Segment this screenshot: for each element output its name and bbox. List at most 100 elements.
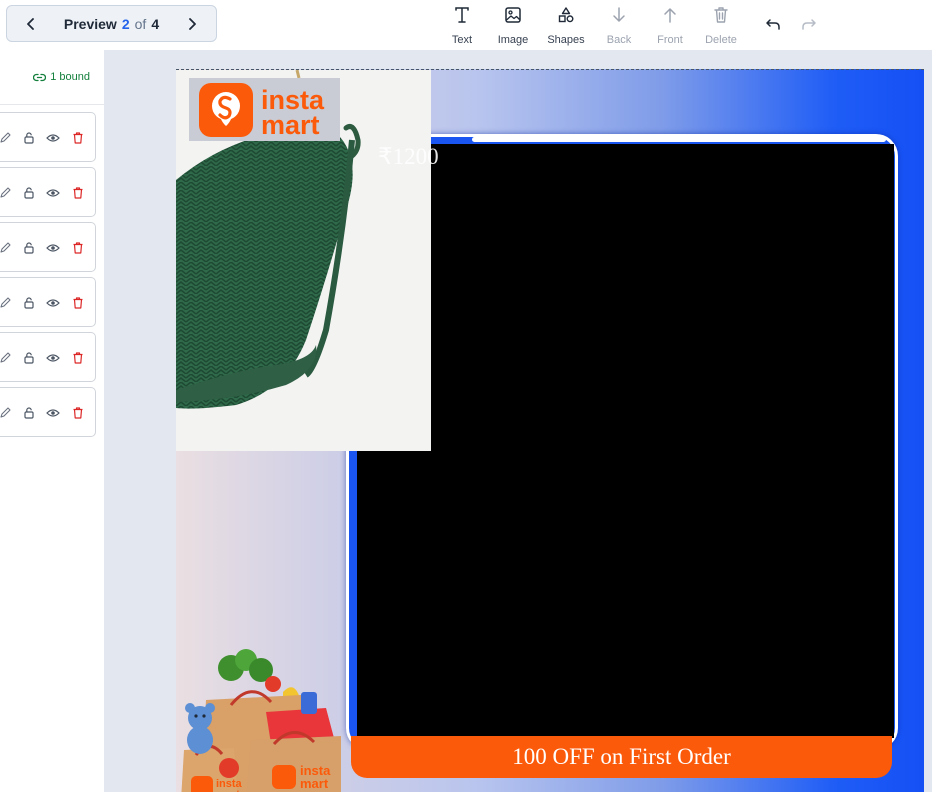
lock-layer-button[interactable] — [22, 296, 36, 310]
toggle-visibility-button[interactable] — [46, 351, 60, 365]
lock-layer-button[interactable] — [22, 406, 36, 420]
trash-icon — [73, 407, 83, 419]
lock-icon — [24, 352, 34, 364]
layer-row[interactable] — [0, 387, 96, 437]
toggle-visibility-button[interactable] — [46, 406, 60, 420]
image-placeholder-black[interactable] — [357, 144, 894, 738]
chevron-left-icon — [27, 17, 34, 30]
eye-icon — [46, 244, 60, 252]
shapes-tool-label: Shapes — [547, 34, 585, 46]
redo-icon — [802, 19, 816, 30]
pencil-icon — [0, 187, 11, 198]
bag-logo-line2: mart — [300, 776, 329, 791]
trash-icon — [73, 297, 83, 309]
trash-icon — [73, 352, 83, 364]
pencil-icon — [0, 242, 11, 253]
layer-row[interactable] — [0, 112, 96, 162]
promo-text: 100 OFF on First Order — [512, 744, 731, 769]
instamart-logo[interactable]: insta mart — [189, 78, 340, 141]
back-label: Back — [606, 34, 632, 46]
instamart-logo-graphic: insta mart — [199, 83, 325, 140]
text-icon — [453, 4, 471, 26]
undo-button[interactable] — [763, 14, 783, 34]
lock-icon — [24, 297, 34, 309]
promo-banner[interactable]: 100 OFF on First Order — [351, 736, 892, 778]
edit-layer-button[interactable] — [0, 186, 13, 200]
link-icon — [33, 73, 47, 81]
toggle-visibility-button[interactable] — [46, 296, 60, 310]
layers-panel: 1 bound — [0, 50, 105, 792]
edit-layer-button[interactable] — [0, 131, 13, 145]
logo-line2: mart — [261, 110, 320, 140]
preview-label: Preview — [63, 15, 117, 32]
grocery-illustration: insta mart insta mart — [181, 649, 341, 792]
arrow-up-icon — [662, 4, 678, 26]
eye-icon — [46, 189, 60, 197]
bound-badge[interactable]: 1 bound — [33, 71, 90, 83]
send-back-button[interactable]: Back — [594, 4, 644, 48]
lock-layer-button[interactable] — [22, 351, 36, 365]
eye-icon — [46, 299, 60, 307]
shapes-tool-button[interactable]: Shapes — [541, 4, 591, 48]
arrow-down-icon — [611, 4, 627, 26]
layer-row[interactable] — [0, 222, 96, 272]
toggle-visibility-button[interactable] — [46, 131, 60, 145]
preview-indicator: Preview 2 of 4 — [64, 16, 159, 32]
layer-row[interactable] — [0, 167, 96, 217]
preview-navigator: Preview 2 of 4 — [6, 5, 217, 42]
prev-page-button[interactable] — [21, 14, 41, 34]
eye-icon — [46, 409, 60, 417]
lock-icon — [24, 407, 34, 419]
price-text[interactable]: ₹1200 — [378, 144, 439, 170]
trash-icon — [73, 242, 83, 254]
toggle-visibility-button[interactable] — [46, 186, 60, 200]
eye-icon — [46, 134, 60, 142]
grocery-bags-image[interactable]: insta mart insta mart — [176, 640, 346, 792]
lock-icon — [24, 187, 34, 199]
undo-icon — [766, 19, 780, 30]
chevron-right-icon — [189, 17, 196, 30]
lock-layer-button[interactable] — [22, 186, 36, 200]
eye-icon — [46, 354, 60, 362]
delete-layer-button[interactable] — [71, 241, 85, 255]
front-label: Front — [657, 34, 683, 46]
text-tool-label: Text — [451, 34, 473, 46]
lock-icon — [24, 132, 34, 144]
lock-icon — [24, 242, 34, 254]
trash-icon — [73, 132, 83, 144]
product-image[interactable]: insta mart — [176, 70, 431, 451]
preview-of-label: of — [134, 15, 147, 32]
image-icon — [504, 4, 522, 26]
delete-layer-button[interactable] — [71, 186, 85, 200]
next-page-button[interactable] — [182, 14, 202, 34]
bound-count-label: 1 bound — [50, 71, 90, 83]
pencil-icon — [0, 407, 11, 418]
image-tool-button[interactable]: Image — [488, 4, 538, 48]
toggle-visibility-button[interactable] — [46, 241, 60, 255]
text-tool-button[interactable]: Text — [437, 4, 487, 48]
delete-layer-button[interactable] — [71, 296, 85, 310]
layer-row[interactable] — [0, 277, 96, 327]
top-toolbar: Preview 2 of 4 Text Image Shapes Back Fr… — [0, 0, 932, 50]
delete-layer-button[interactable] — [71, 131, 85, 145]
edit-layer-button[interactable] — [0, 241, 13, 255]
delete-button[interactable]: Delete — [696, 4, 746, 48]
edit-layer-button[interactable] — [0, 351, 13, 365]
delete-layer-button[interactable] — [71, 406, 85, 420]
edit-layer-button[interactable] — [0, 406, 13, 420]
edit-layer-button[interactable] — [0, 296, 13, 310]
bring-front-button[interactable]: Front — [645, 4, 695, 48]
layer-row[interactable] — [0, 332, 96, 382]
artboard[interactable]: 100 OFF on First Order insta mart ₹1200 … — [176, 69, 924, 792]
delete-layer-button[interactable] — [71, 351, 85, 365]
lock-layer-button[interactable] — [22, 131, 36, 145]
lock-layer-button[interactable] — [22, 241, 36, 255]
shapes-icon — [557, 4, 575, 26]
white-strip-shape[interactable] — [472, 137, 886, 142]
redo-button[interactable] — [799, 14, 819, 34]
preview-total-pages: 4 — [151, 15, 160, 32]
pencil-icon — [0, 352, 11, 363]
trash-icon — [713, 4, 729, 26]
binding-summary: 1 bound — [0, 50, 104, 105]
delete-label: Delete — [705, 34, 737, 46]
